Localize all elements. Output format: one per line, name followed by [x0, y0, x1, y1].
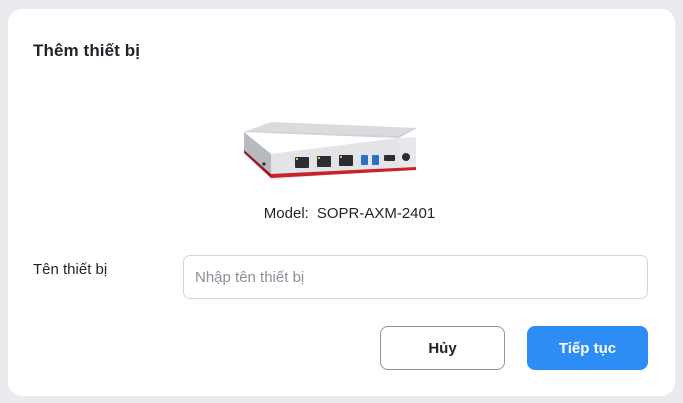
model-line: Model: SOPR-AXM-2401: [8, 205, 675, 222]
device-name-label: Tên thiết bị: [33, 261, 108, 278]
dialog-title: Thêm thiết bị: [33, 41, 141, 60]
cancel-button[interactable]: Hủy: [380, 326, 505, 370]
network-appliance-icon: [244, 122, 417, 180]
model-label: Model:: [263, 205, 309, 222]
continue-button[interactable]: Tiếp tục: [527, 326, 648, 370]
model-value: SOPR-AXM-2401: [316, 205, 436, 222]
device-name-input[interactable]: [183, 255, 648, 299]
add-device-dialog: Thêm thiết bị Model: SOPR-AXM-2401 Tên t…: [8, 9, 675, 396]
